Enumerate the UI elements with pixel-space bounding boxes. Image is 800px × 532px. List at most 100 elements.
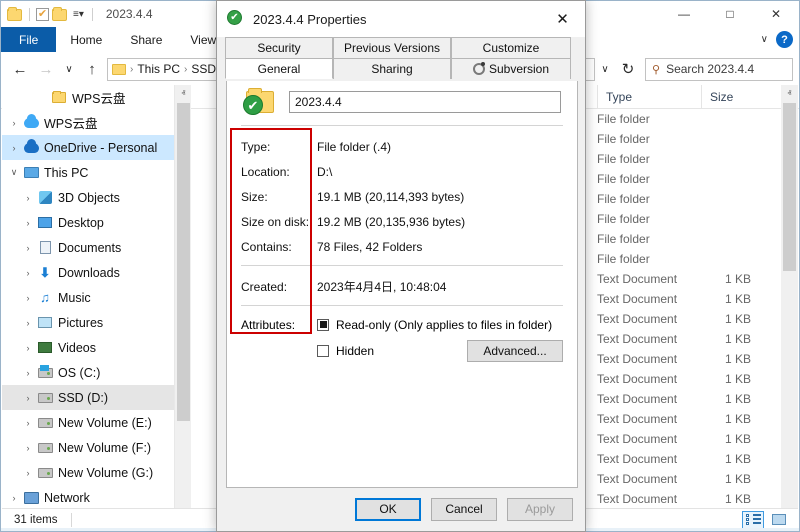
- refresh-button[interactable]: ↻: [615, 57, 641, 81]
- downloads-icon: ⬇: [36, 266, 54, 279]
- properties-icon[interactable]: ✔: [36, 8, 49, 21]
- cell-type: File folder: [597, 112, 707, 126]
- dialog-title: 2023.4.4 Properties: [253, 12, 366, 27]
- tree-item-label: Documents: [58, 241, 121, 255]
- folder-icon[interactable]: [52, 6, 68, 22]
- tree-expander-icon[interactable]: ›: [6, 143, 22, 153]
- tree-expander-icon[interactable]: ›: [20, 318, 36, 328]
- help-icon[interactable]: ?: [776, 31, 793, 48]
- tree-item-desktop[interactable]: › Desktop: [2, 210, 191, 235]
- tree-item-new-volume-f[interactable]: › New Volume (F:): [2, 435, 191, 460]
- tree-expander-icon[interactable]: ›: [20, 418, 36, 428]
- cancel-button[interactable]: Cancel: [431, 498, 497, 521]
- tree-expander-icon[interactable]: ›: [20, 443, 36, 453]
- tiles-view-icon[interactable]: [768, 511, 790, 529]
- recent-locations-button[interactable]: ∨: [59, 57, 79, 81]
- back-button[interactable]: ←: [7, 57, 33, 81]
- tab-customize[interactable]: Customize: [451, 37, 571, 58]
- maximize-button[interactable]: □: [707, 1, 753, 27]
- value-size: 19.1 MB (20,114,393 bytes): [317, 190, 563, 204]
- tree-item-network[interactable]: › Network: [2, 485, 191, 510]
- tab-security[interactable]: Security: [225, 37, 333, 58]
- nav-scroll-up-icon[interactable]: ⱏ: [175, 85, 191, 102]
- ok-button[interactable]: OK: [355, 498, 421, 521]
- file-list-scrollbar[interactable]: ⱏ ⱟ: [781, 85, 798, 511]
- tab-subversion[interactable]: Subversion: [451, 58, 571, 79]
- nav-scroll-thumb[interactable]: [177, 103, 190, 421]
- tree-expander-icon[interactable]: ›: [20, 268, 36, 278]
- tree-expander-icon[interactable]: ›: [20, 293, 36, 303]
- list-scroll-thumb[interactable]: [783, 103, 796, 271]
- tree-item-ssd-d[interactable]: › SSD (D:): [2, 385, 191, 410]
- tree-item-downloads[interactable]: › ⬇ Downloads: [2, 260, 191, 285]
- column-header-type[interactable]: Type: [597, 85, 701, 109]
- list-scroll-up-icon[interactable]: ⱏ: [781, 85, 798, 102]
- tree-item-documents[interactable]: › Documents: [2, 235, 191, 260]
- tree-expander-icon[interactable]: ›: [20, 393, 36, 403]
- tree-item-onedrive-personal[interactable]: › OneDrive - Personal: [2, 135, 191, 160]
- network-icon: [22, 492, 40, 504]
- tree-item-videos[interactable]: › Videos: [2, 335, 191, 360]
- customize-dropdown-icon[interactable]: ≡▾: [71, 9, 86, 20]
- column-header-size[interactable]: Size: [701, 85, 781, 109]
- breadcrumb-folder-icon: [112, 64, 126, 75]
- tree-item-3d-objects[interactable]: › 3D Objects: [2, 185, 191, 210]
- tab-sharing[interactable]: Sharing: [333, 58, 451, 79]
- cell-type: File folder: [597, 212, 707, 226]
- forward-button[interactable]: →: [33, 57, 59, 81]
- dialog-title-bar: ✔ 2023.4.4 Properties ✕: [217, 1, 585, 37]
- chevron-down-icon[interactable]: ∨: [761, 34, 768, 45]
- cell-type: File folder: [597, 172, 707, 186]
- tree-expander-icon[interactable]: ∨: [6, 167, 22, 178]
- drive-icon: [36, 443, 54, 453]
- tree-expander-icon[interactable]: ›: [20, 368, 36, 378]
- tree-item-label: This PC: [44, 166, 88, 180]
- created-table: Created: 2023年4月4日, 10:48:04: [227, 272, 577, 299]
- tree-item-label: SSD (D:): [58, 391, 108, 405]
- tree-item-music[interactable]: › ♫ Music: [2, 285, 191, 310]
- tree-expander-icon[interactable]: ›: [20, 243, 36, 253]
- advanced-button[interactable]: Advanced...: [467, 340, 563, 362]
- readonly-checkbox[interactable]: [317, 319, 329, 331]
- tree-expander-icon[interactable]: ›: [20, 468, 36, 478]
- tree-expander-icon[interactable]: ›: [20, 193, 36, 203]
- tree-item-wps[interactable]: › WPS云盘: [2, 110, 191, 135]
- up-button[interactable]: ↑: [79, 57, 105, 81]
- tree-item-os-c[interactable]: › OS (C:): [2, 360, 191, 385]
- cell-size: 1 KB: [691, 412, 751, 426]
- tree-item-this-pc[interactable]: ∨ This PC: [2, 160, 191, 185]
- address-dropdown-button[interactable]: ∨: [595, 57, 615, 81]
- cell-size: 1 KB: [691, 472, 751, 486]
- tree-expander-icon[interactable]: ›: [20, 218, 36, 228]
- apply-button[interactable]: Apply: [507, 498, 573, 521]
- tree-item-pictures[interactable]: › Pictures: [2, 310, 191, 335]
- tab-general[interactable]: General: [225, 58, 333, 79]
- tab-previous-versions[interactable]: Previous Versions: [333, 37, 451, 58]
- folder-name-input[interactable]: 2023.4.4: [289, 91, 561, 113]
- tree-item-new-volume-g[interactable]: › New Volume (G:): [2, 460, 191, 485]
- tree-expander-icon[interactable]: ›: [20, 343, 36, 353]
- tree-item-wps[interactable]: WPS云盘: [2, 85, 191, 110]
- view-mode-buttons: [742, 511, 798, 529]
- new-folder-icon[interactable]: [7, 6, 23, 22]
- tab-share[interactable]: Share: [116, 27, 176, 52]
- tab-home[interactable]: Home: [56, 27, 116, 52]
- tree-expander-icon[interactable]: ›: [6, 118, 22, 128]
- properties-dialog: ✔ 2023.4.4 Properties ✕ Security Previou…: [216, 0, 586, 532]
- tab-file[interactable]: File: [1, 27, 56, 52]
- details-view-icon[interactable]: [742, 511, 764, 529]
- tree-expander-icon[interactable]: ›: [6, 493, 22, 503]
- close-button[interactable]: ✕: [753, 1, 799, 27]
- breadcrumb-this-pc[interactable]: This PC: [137, 62, 180, 76]
- search-input[interactable]: ⚲ Search 2023.4.4: [645, 58, 793, 81]
- os-drive-icon: [36, 368, 54, 378]
- subversion-checkmark-icon: ✔: [243, 95, 263, 115]
- pictures-icon: [36, 317, 54, 328]
- tree-item-new-volume-e[interactable]: › New Volume (E:): [2, 410, 191, 435]
- property-row-location: Location: D:\: [241, 159, 563, 184]
- toolbar-divider: [29, 8, 30, 21]
- nav-pane-scrollbar[interactable]: ⱏ ⱟ: [174, 85, 191, 512]
- hidden-checkbox[interactable]: [317, 345, 329, 357]
- dialog-close-button[interactable]: ✕: [540, 1, 585, 37]
- minimize-button[interactable]: —: [661, 1, 707, 27]
